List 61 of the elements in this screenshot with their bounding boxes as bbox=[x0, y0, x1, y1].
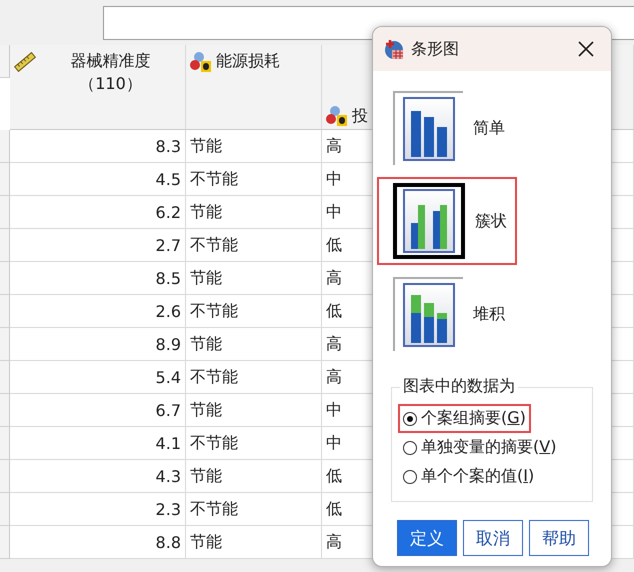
table-cell: 不节能 bbox=[186, 295, 322, 328]
row-header[interactable] bbox=[0, 229, 10, 262]
column-header-label: 能源损耗 bbox=[216, 50, 280, 72]
column-header[interactable]: 器械精准度（110） bbox=[10, 45, 186, 130]
table-cell: 不节能 bbox=[186, 427, 322, 460]
table-cell: 节能 bbox=[186, 196, 322, 229]
radio-button[interactable] bbox=[403, 412, 417, 426]
table-cell: 2.6 bbox=[10, 295, 186, 328]
nominal-variable-icon bbox=[326, 105, 348, 127]
row-header[interactable] bbox=[0, 295, 10, 328]
radio-button[interactable] bbox=[403, 470, 417, 484]
table-cell: 6.7 bbox=[10, 394, 186, 427]
table-cell: 节能 bbox=[186, 328, 322, 361]
row-header[interactable] bbox=[0, 427, 10, 460]
row-header[interactable] bbox=[0, 130, 10, 163]
radio-option[interactable]: 单个个案的值(I) bbox=[398, 462, 540, 491]
table-cell: 不节能 bbox=[186, 229, 322, 262]
column-header[interactable]: 能源损耗 bbox=[186, 45, 322, 130]
dialog-button[interactable]: 定义 bbox=[397, 520, 457, 556]
radio-option[interactable]: 单独变量的摘要(V) bbox=[398, 433, 562, 462]
table-cell: 6.2 bbox=[10, 196, 186, 229]
nominal-variable-icon bbox=[190, 51, 212, 73]
table-cell: 节能 bbox=[186, 262, 322, 295]
table-cell: 节能 bbox=[186, 460, 322, 493]
row-header[interactable] bbox=[0, 328, 10, 361]
table-cell: 8.3 bbox=[10, 130, 186, 163]
chart-type-option[interactable]: 簇状 bbox=[377, 177, 517, 265]
column-header-label: 器械精准度（110） bbox=[70, 50, 152, 96]
row-header[interactable] bbox=[0, 163, 10, 196]
table-cell: 2.7 bbox=[10, 229, 186, 262]
table-cell: 5.4 bbox=[10, 361, 186, 394]
window-title: 条形图 bbox=[411, 38, 460, 60]
dialog-button[interactable]: 帮助 bbox=[529, 520, 589, 556]
column-header-label: 投 bbox=[352, 104, 368, 127]
table-cell: 节能 bbox=[186, 130, 322, 163]
row-header[interactable] bbox=[0, 526, 10, 559]
row-header[interactable] bbox=[0, 394, 10, 427]
chart-builder-icon bbox=[383, 38, 405, 60]
table-cell: 节能 bbox=[186, 526, 322, 559]
dialog-button[interactable]: 取消 bbox=[463, 520, 523, 556]
row-header[interactable] bbox=[0, 493, 10, 526]
table-cell: 不节能 bbox=[186, 361, 322, 394]
table-cell: 4.3 bbox=[10, 460, 186, 493]
table-cell: 8.9 bbox=[10, 328, 186, 361]
row-header[interactable] bbox=[0, 361, 10, 394]
table-cell: 8.8 bbox=[10, 526, 186, 559]
table-cell: 4.5 bbox=[10, 163, 186, 196]
row-header[interactable] bbox=[0, 460, 10, 493]
table-cell: 4.1 bbox=[10, 427, 186, 460]
radio-label: 单独变量的摘要(V) bbox=[421, 437, 556, 458]
radio-option[interactable]: 个案组摘要(G) bbox=[398, 404, 531, 433]
radio-button[interactable] bbox=[403, 440, 417, 454]
table-cell: 2.3 bbox=[10, 493, 186, 526]
table-cell: 节能 bbox=[186, 394, 322, 427]
row-header[interactable] bbox=[0, 196, 10, 229]
table-cell: 不节能 bbox=[186, 163, 322, 196]
radio-label: 个案组摘要(G) bbox=[421, 408, 526, 429]
radio-label: 单个个案的值(I) bbox=[421, 466, 534, 487]
row-header[interactable] bbox=[0, 262, 10, 295]
table-cell: 不节能 bbox=[186, 493, 322, 526]
table-cell: 8.5 bbox=[10, 262, 186, 295]
